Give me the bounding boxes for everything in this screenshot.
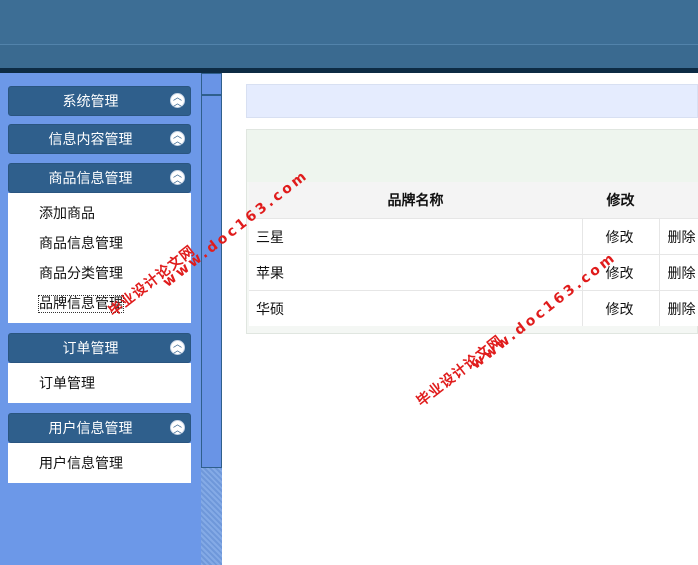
double-chevron-up-icon[interactable]: ︿ ︿ <box>170 170 185 185</box>
panel-order: 订单管理 ︿ ︿ 订单管理 <box>8 333 191 403</box>
panel-product-info: 商品信息管理 ︿ ︿ 添加商品 商品信息管理 商品分类管理 品牌信息管理 <box>8 163 191 323</box>
panel-title: 订单管理 <box>62 341 119 357</box>
panel-body: 用户信息管理 <box>8 443 191 483</box>
panel-title: 系统管理 <box>62 94 119 110</box>
panel-title: 用户信息管理 <box>48 421 133 437</box>
brand-name-cell: 苹果 <box>249 254 582 291</box>
double-chevron-up-icon[interactable]: ︿ ︿ <box>170 131 185 146</box>
delete-link[interactable]: 删除 <box>658 218 698 255</box>
table-row: 三星 修改 删除 <box>249 218 698 255</box>
top-banner <box>0 0 698 44</box>
sidebar: 系统管理 ︿ ︿ 信息内容管理 ︿ ︿ 商品信息管理 ︿ ︿ 添加商品 商品信息管理 … <box>0 73 201 565</box>
panel-header-info-content[interactable]: 信息内容管理 ︿ ︿ <box>8 124 191 154</box>
delete-link[interactable]: 删除 <box>658 254 698 291</box>
column-header-delete <box>659 182 698 219</box>
double-chevron-up-icon[interactable]: ︿ ︿ <box>170 420 185 435</box>
sidebar-item-product-manage[interactable]: 商品信息管理 <box>8 229 191 259</box>
brand-name-cell: 三星 <box>249 218 582 255</box>
panel-header-user-info[interactable]: 用户信息管理 ︿ ︿ <box>8 413 191 443</box>
sidebar-item-user-manage[interactable]: 用户信息管理 <box>8 449 191 479</box>
sidebar-scrollbar-thumb[interactable] <box>201 73 222 468</box>
panel-title: 信息内容管理 <box>48 132 133 148</box>
table-header-row: 品牌名称 修改 <box>249 182 698 219</box>
panel-header-product-info[interactable]: 商品信息管理 ︿ ︿ <box>8 163 191 193</box>
toolbar-strip <box>246 84 698 118</box>
table-row: 苹果 修改 删除 <box>249 254 698 291</box>
panel-body: 订单管理 <box>8 363 191 403</box>
table-row: 华硕 修改 删除 <box>249 290 698 326</box>
sidebar-item-brand-manage[interactable]: 品牌信息管理 <box>8 289 191 319</box>
panel-header-order[interactable]: 订单管理 ︿ ︿ <box>8 333 191 363</box>
panel-info-content: 信息内容管理 ︿ ︿ <box>8 124 191 154</box>
sidebar-item-order-manage[interactable]: 订单管理 <box>8 369 191 399</box>
panel-system: 系统管理 ︿ ︿ <box>8 86 191 116</box>
panel-user-info: 用户信息管理 ︿ ︿ 用户信息管理 <box>8 413 191 483</box>
panel-title: 商品信息管理 <box>48 171 133 187</box>
delete-link[interactable]: 删除 <box>658 290 698 326</box>
double-chevron-up-icon[interactable]: ︿ ︿ <box>170 340 185 355</box>
brand-table: 品牌名称 修改 三星 修改 删除 苹果 修改 删除 华硕 修改 删除 <box>249 182 698 326</box>
edit-link[interactable]: 修改 <box>581 290 659 326</box>
top-nav-bar <box>0 44 698 69</box>
sidebar-item-add-product[interactable]: 添加商品 <box>8 199 191 229</box>
table-caption-band <box>247 130 698 182</box>
double-chevron-up-icon[interactable]: ︿ ︿ <box>170 93 185 108</box>
main-content: 品牌名称 修改 三星 修改 删除 苹果 修改 删除 华硕 修改 删除 <box>222 73 698 565</box>
column-header-edit: 修改 <box>582 182 659 219</box>
panel-header-system[interactable]: 系统管理 ︿ ︿ <box>8 86 191 116</box>
edit-link[interactable]: 修改 <box>581 218 659 255</box>
